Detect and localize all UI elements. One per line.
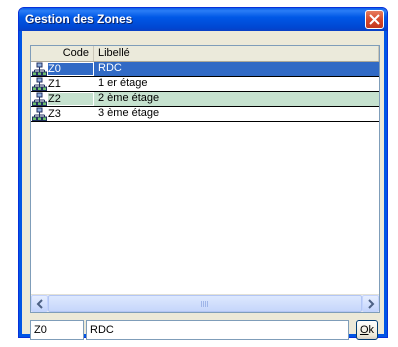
table-row[interactable]: Z3 3 ème étage: [31, 107, 379, 122]
chevron-right-icon: [368, 299, 375, 309]
zone-tree-icon: [32, 62, 47, 76]
row-label: 3 ème étage: [98, 107, 160, 119]
zones-dialog: Gestion des Zones Code Libellé Z0 RDC Z1…: [18, 7, 388, 340]
zones-grid[interactable]: Code Libellé Z0 RDC Z1 1 er étage Z2 2 è…: [30, 45, 380, 313]
scroll-left-button[interactable]: [31, 295, 48, 312]
column-header-label[interactable]: Libellé: [94, 46, 379, 61]
table-row[interactable]: Z0 RDC: [31, 62, 379, 77]
row-label: 1 er étage: [98, 77, 148, 89]
scroll-grip: [201, 301, 209, 307]
row-code: Z3: [48, 108, 61, 120]
close-button[interactable]: [365, 10, 384, 29]
window-frame-right: [384, 31, 387, 337]
row-code: Z1: [48, 78, 61, 90]
code-field[interactable]: Z0: [30, 320, 84, 340]
column-header-code[interactable]: Code: [31, 46, 94, 61]
grid-rows: Z0 RDC Z1 1 er étage Z2 2 ème étage Z3 3…: [31, 62, 379, 122]
label-field[interactable]: RDC: [86, 320, 349, 340]
table-row[interactable]: Z1 1 er étage: [31, 77, 379, 92]
title-bar[interactable]: Gestion des Zones: [19, 8, 387, 31]
row-code: Z2: [48, 93, 93, 105]
ok-button[interactable]: Ok: [356, 320, 378, 340]
table-row[interactable]: Z2 2 ème étage: [31, 92, 379, 107]
ok-button-accelerator: O: [359, 324, 369, 336]
horizontal-scrollbar[interactable]: [31, 294, 379, 312]
window-title: Gestion des Zones: [25, 12, 133, 26]
zone-tree-icon: [32, 107, 47, 121]
zone-tree-icon: [32, 77, 47, 91]
ok-button-label: k: [368, 324, 375, 336]
close-icon: [369, 14, 380, 25]
row-label: 2 ème étage: [94, 92, 379, 106]
zone-tree-icon: [32, 92, 47, 106]
grid-header: Code Libellé: [31, 46, 379, 62]
row-code: Z0: [48, 63, 93, 75]
scroll-thumb[interactable]: [48, 295, 362, 312]
window-frame-left: [19, 31, 22, 337]
row-label: RDC: [94, 62, 379, 76]
chevron-left-icon: [36, 299, 43, 309]
scroll-right-button[interactable]: [362, 295, 379, 312]
